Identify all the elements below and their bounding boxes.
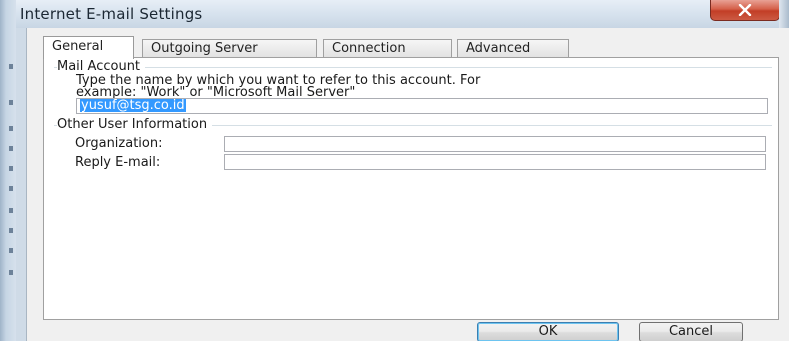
account-name-value: yusuf@tsg.co.id xyxy=(80,98,186,113)
ok-button[interactable]: OK xyxy=(477,322,619,341)
organization-label: Organization: xyxy=(75,136,163,151)
dialog-client-area: General Outgoing Server Connection Advan… xyxy=(26,28,789,341)
window-title: Internet E-mail Settings xyxy=(20,5,203,23)
tab-advanced[interactable]: Advanced xyxy=(457,39,569,57)
cancel-button[interactable]: Cancel xyxy=(639,322,743,341)
reply-email-label: Reply E-mail: xyxy=(75,155,161,170)
close-button[interactable] xyxy=(710,0,780,21)
reply-email-input[interactable] xyxy=(224,154,766,170)
dialog-window: Internet E-mail Settings General Outgoin… xyxy=(0,0,789,341)
tab-outgoing-server[interactable]: Outgoing Server xyxy=(142,39,317,57)
mail-account-heading: Mail Account xyxy=(57,59,146,74)
organization-input[interactable] xyxy=(224,136,766,152)
close-icon xyxy=(738,4,752,16)
background-window-edge xyxy=(0,0,16,341)
other-user-info-heading: Other User Information xyxy=(57,117,213,132)
tab-general[interactable]: General xyxy=(43,36,134,59)
account-name-input[interactable]: yusuf@tsg.co.id xyxy=(76,98,768,114)
mail-account-divider xyxy=(54,67,772,68)
general-tab-panel: Mail Account Type the name by which you … xyxy=(43,57,779,320)
title-bar[interactable]: Internet E-mail Settings xyxy=(0,0,789,28)
account-name-description: Type the name by which you want to refer… xyxy=(76,74,716,99)
tab-connection[interactable]: Connection xyxy=(323,39,452,57)
